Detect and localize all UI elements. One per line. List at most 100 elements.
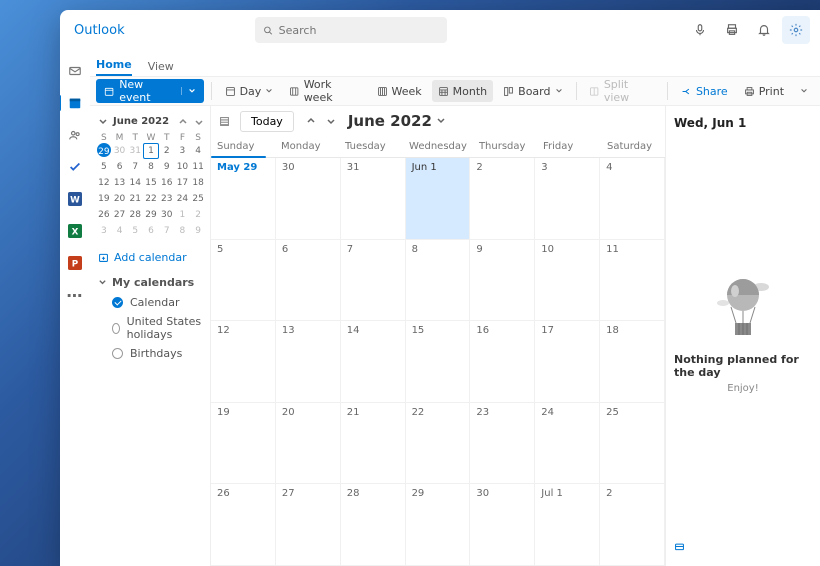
day-cell[interactable]: 5: [211, 240, 276, 322]
day-cell[interactable]: 7: [341, 240, 406, 322]
tab-home[interactable]: Home: [96, 58, 132, 76]
mini-day[interactable]: 30: [112, 143, 128, 159]
mini-day[interactable]: 4: [190, 143, 206, 159]
mini-calendar[interactable]: 2930311234567891011121314151617181920212…: [96, 143, 206, 239]
day-cell[interactable]: 30: [276, 158, 341, 240]
tab-view[interactable]: View: [148, 60, 174, 76]
mini-day[interactable]: 31: [127, 143, 143, 159]
mini-day[interactable]: 30: [159, 207, 175, 223]
mini-day[interactable]: 20: [112, 191, 128, 207]
day-cell[interactable]: 16: [470, 321, 535, 403]
day-cell[interactable]: 20: [276, 403, 341, 485]
mini-day[interactable]: 5: [96, 159, 112, 175]
voice-icon[interactable]: [686, 16, 714, 44]
day-cell[interactable]: 8: [406, 240, 471, 322]
day-cell[interactable]: May 29: [211, 158, 276, 240]
day-cell[interactable]: 31: [341, 158, 406, 240]
calendar-item[interactable]: United States holidays: [98, 312, 204, 344]
next-month-button[interactable]: [322, 112, 340, 130]
day-cell[interactable]: 10: [535, 240, 600, 322]
view-day-button[interactable]: Day: [219, 80, 280, 102]
chevron-down-icon[interactable]: [181, 87, 196, 95]
chevron-down-icon[interactable]: [98, 117, 108, 127]
rail-mail[interactable]: [66, 62, 84, 80]
rail-powerpoint[interactable]: P: [66, 254, 84, 272]
day-cell[interactable]: 21: [341, 403, 406, 485]
month-title[interactable]: June 2022: [348, 112, 446, 130]
arrow-down-icon[interactable]: [194, 117, 204, 127]
day-cell[interactable]: 29: [406, 484, 471, 566]
mini-day[interactable]: 27: [112, 207, 128, 223]
day-cell[interactable]: 30: [470, 484, 535, 566]
rail-calendar[interactable]: [66, 94, 84, 112]
mini-day[interactable]: 24: [175, 191, 191, 207]
mini-day[interactable]: 19: [96, 191, 112, 207]
day-cell[interactable]: 18: [600, 321, 665, 403]
mini-day[interactable]: 3: [96, 223, 112, 239]
mini-day[interactable]: 14: [127, 175, 143, 191]
share-button[interactable]: Share: [675, 80, 734, 102]
mini-day[interactable]: 17: [175, 175, 191, 191]
mini-day[interactable]: 18: [190, 175, 206, 191]
day-cell[interactable]: 2: [600, 484, 665, 566]
mini-day[interactable]: 7: [127, 159, 143, 175]
view-board-button[interactable]: Board: [497, 80, 568, 102]
view-month-button[interactable]: Month: [432, 80, 493, 102]
mini-day[interactable]: 10: [175, 159, 191, 175]
mini-day[interactable]: 23: [159, 191, 175, 207]
ribbon-expand[interactable]: [794, 80, 814, 102]
day-cell[interactable]: 4: [600, 158, 665, 240]
new-event-button[interactable]: New event: [96, 79, 204, 103]
mini-day[interactable]: 3: [175, 143, 191, 159]
add-calendar-button[interactable]: Add calendar: [96, 245, 206, 270]
mini-day[interactable]: 4: [112, 223, 128, 239]
day-cell[interactable]: 12: [211, 321, 276, 403]
day-cell[interactable]: 22: [406, 403, 471, 485]
density-icon[interactable]: [219, 116, 230, 127]
day-cell[interactable]: 14: [341, 321, 406, 403]
mini-day[interactable]: 9: [159, 159, 175, 175]
view-workweek-button[interactable]: Work week: [283, 80, 366, 102]
day-cell[interactable]: Jul 1: [535, 484, 600, 566]
checkbox[interactable]: [112, 297, 123, 308]
mini-day[interactable]: 1: [175, 207, 191, 223]
day-cell[interactable]: 3: [535, 158, 600, 240]
mini-day[interactable]: 21: [127, 191, 143, 207]
mini-day[interactable]: 15: [143, 175, 159, 191]
arrow-up-icon[interactable]: [178, 117, 188, 127]
mini-day[interactable]: 6: [143, 223, 159, 239]
day-cell[interactable]: 13: [276, 321, 341, 403]
mini-day[interactable]: 12: [96, 175, 112, 191]
mini-day[interactable]: 2: [190, 207, 206, 223]
day-cell[interactable]: 11: [600, 240, 665, 322]
mini-day[interactable]: 8: [143, 159, 159, 175]
rail-people[interactable]: [66, 126, 84, 144]
day-cell[interactable]: 6: [276, 240, 341, 322]
mini-day[interactable]: 7: [159, 223, 175, 239]
mini-day[interactable]: 22: [143, 191, 159, 207]
mini-day[interactable]: 25: [190, 191, 206, 207]
mini-day[interactable]: 16: [159, 175, 175, 191]
day-cell[interactable]: 26: [211, 484, 276, 566]
print-icon[interactable]: [718, 16, 746, 44]
day-cell[interactable]: 27: [276, 484, 341, 566]
mini-day[interactable]: 6: [112, 159, 128, 175]
day-cell[interactable]: Jun 1: [406, 158, 471, 240]
calendar-item[interactable]: Calendar: [98, 293, 204, 312]
card-icon[interactable]: [674, 541, 685, 552]
checkbox[interactable]: [112, 348, 123, 359]
day-cell[interactable]: 17: [535, 321, 600, 403]
rail-more[interactable]: ⋯: [66, 286, 84, 304]
rail-word[interactable]: W: [66, 190, 84, 208]
day-cell[interactable]: 15: [406, 321, 471, 403]
mini-day[interactable]: 29: [97, 143, 111, 157]
day-cell[interactable]: 9: [470, 240, 535, 322]
day-cell[interactable]: 28: [341, 484, 406, 566]
checkbox[interactable]: [112, 323, 120, 334]
mini-day[interactable]: 9: [190, 223, 206, 239]
mini-day[interactable]: 26: [96, 207, 112, 223]
search-box[interactable]: [255, 17, 447, 43]
day-cell[interactable]: 2: [470, 158, 535, 240]
search-input[interactable]: [279, 24, 439, 37]
settings-icon[interactable]: [782, 16, 810, 44]
